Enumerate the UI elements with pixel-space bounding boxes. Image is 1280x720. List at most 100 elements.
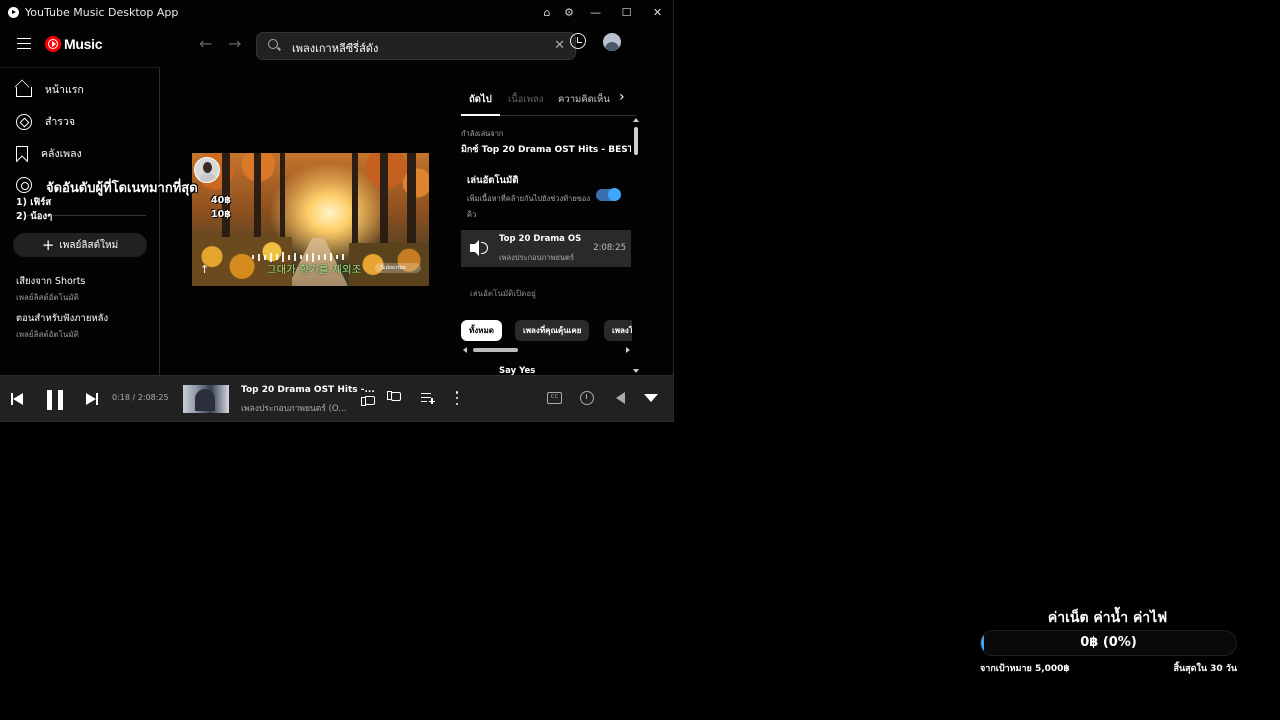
autoplay-title: เล่นอัตโนมัติ: [467, 175, 519, 186]
compass-icon: [16, 113, 32, 130]
sidebar-item-home[interactable]: หน้าแรก: [16, 81, 84, 98]
donation-rank-name: 1) เฟิร์ส: [16, 197, 52, 208]
scrollbar-thumb[interactable]: [473, 348, 518, 352]
bills-goal-title: ค่าเน็ต ค่าน้ำ ค่าไฟ: [1047, 610, 1168, 626]
sidebar-item-label: สำรวจ: [45, 116, 75, 128]
volume-icon[interactable]: [616, 392, 625, 404]
chip-all[interactable]: ทั้งหมด: [461, 320, 502, 341]
sidebar-item-label: หน้าแรก: [45, 84, 84, 96]
sidebar-item-upgrade[interactable]: [16, 177, 45, 193]
sidebar-item-explore[interactable]: สำรวจ: [16, 113, 75, 130]
playback-time: 0:18 / 2:08:25: [112, 393, 169, 402]
playing-from-label: กำลังเล่นจาก: [461, 129, 504, 138]
queue-item[interactable]: Top 20 Drama OST Hits เพลงประกอบภาพยนตร์…: [461, 230, 631, 267]
tab-up-next[interactable]: ถัดไป: [461, 92, 500, 116]
queue-item-duration: 2:08:25: [593, 243, 626, 253]
current-playlist-name[interactable]: มิกซ์ Top 20 Drama OST Hits - BEST Hits: [461, 142, 631, 156]
filter-chips: ทั้งหมด เพลงที่คุณคุ้นเคย เพลงโปรด: [461, 320, 632, 342]
upgrade-icon: [16, 177, 32, 193]
art-tree: [352, 153, 358, 249]
captions-icon[interactable]: CC: [547, 392, 562, 404]
maximize-button[interactable]: ☐: [611, 6, 642, 19]
now-playing-subtitle[interactable]: เพลงประกอบภาพยนตร์ (O...: [241, 401, 346, 415]
close-button[interactable]: ✕: [642, 6, 673, 19]
sidebar-playlist-later[interactable]: ตอนสำหรับฟังภายหลัง เพลย์ลิสต์อัตโนมัติ: [16, 311, 108, 341]
new-playlist-label: เพลย์ลิสต์ใหม่: [59, 239, 119, 251]
app-logo-icon: [8, 6, 19, 18]
pause-icon[interactable]: [47, 390, 63, 410]
autoplay-toggle[interactable]: [596, 188, 621, 201]
queue-scrollbar[interactable]: [633, 118, 639, 373]
add-to-queue-icon[interactable]: [421, 392, 435, 404]
menu-icon[interactable]: [17, 38, 31, 49]
history-icon[interactable]: [570, 33, 586, 49]
playlist-subtitle: เพลย์ลิสต์อัตโนมัติ: [16, 330, 79, 339]
like-icon[interactable]: [361, 391, 375, 406]
now-playing-thumbnail[interactable]: [183, 385, 229, 413]
minimize-button[interactable]: —: [580, 6, 611, 19]
settings-gear-icon[interactable]: ⚙: [558, 6, 580, 19]
ytmusic-window: YouTube Music Desktop App ⌂ ⚙ — ☐ ✕ Musi…: [0, 0, 674, 422]
scrollbar-thumb[interactable]: [634, 127, 638, 155]
next-track-icon[interactable]: [86, 393, 98, 405]
queue-item-subtitle: เพลงประกอบภาพยนตร์: [499, 253, 574, 262]
donation-rank-amount: 10฿: [211, 209, 231, 220]
dislike-icon[interactable]: [387, 391, 401, 405]
tab-comments[interactable]: ความคิดเห็น: [558, 92, 610, 107]
title-bar: YouTube Music Desktop App ⌂ ⚙ — ☐ ✕: [0, 0, 673, 24]
scroll-left-icon[interactable]: [463, 347, 467, 353]
scroll-up-icon[interactable]: [633, 118, 639, 122]
search-input[interactable]: เพลงเกาหลีซีรี่ส์ดัง: [292, 39, 378, 57]
more-options-icon[interactable]: [455, 391, 459, 405]
sleep-timer-icon[interactable]: [580, 391, 594, 405]
art-tree: [280, 153, 285, 248]
right-panel-tabs: ถัดไป เนื้อเพลง ความคิดเห็น ›: [461, 86, 636, 116]
chip-familiar[interactable]: เพลงที่คุณคุ้นเคย: [515, 320, 590, 341]
chevron-right-icon[interactable]: ›: [619, 89, 625, 105]
previous-track-icon[interactable]: [11, 393, 23, 405]
home-shortcut-icon[interactable]: ⌂: [536, 6, 558, 19]
clear-search-icon[interactable]: ✕: [554, 38, 565, 53]
sidebar-item-label: คลังเพลง: [41, 148, 82, 160]
bills-goal-progress-bar: 0฿ (0%): [980, 630, 1237, 656]
donation-ranking-title: จัดอันดับผู้ที่โดเนทมากที่สุด: [46, 181, 198, 196]
youtube-music-logo[interactable]: Music: [45, 36, 102, 52]
scroll-right-icon[interactable]: [626, 347, 630, 353]
art-mark-icon: ↑: [200, 263, 210, 276]
window-controls: ⌂ ⚙ — ☐ ✕: [536, 0, 673, 24]
art-tree: [380, 153, 388, 251]
new-playlist-button[interactable]: + เพลย์ลิสต์ใหม่: [13, 233, 147, 257]
autoplay-description: เพิ่มเนื้อหาที่คล้ายกันไปยังช่วงท้ายของค…: [467, 194, 591, 219]
bills-goal-ends: สิ้นสุดใน 30 วัน: [1173, 664, 1237, 674]
donation-rank-name: 2) น้องๆ: [16, 211, 53, 222]
library-icon: [16, 145, 28, 162]
sidebar-item-library[interactable]: คลังเพลง: [16, 145, 82, 162]
back-arrow-icon[interactable]: ←: [199, 34, 212, 53]
streamer-avatar: [194, 157, 220, 183]
art-tree: [407, 153, 416, 253]
playlist-title: เสียงจาก Shorts: [16, 276, 86, 287]
plus-icon: +: [41, 235, 55, 254]
logo-text: Music: [64, 36, 103, 52]
search-box[interactable]: เพลงเกาหลีซีรี่ส์ดัง ✕: [256, 32, 576, 60]
avatar[interactable]: [603, 33, 621, 51]
art-caption: 그대가 향기를 제외조: [267, 265, 362, 276]
scroll-down-icon[interactable]: [633, 369, 639, 373]
sidebar-playlist-shorts[interactable]: เสียงจาก Shorts เพลย์ลิสต์อัตโนมัติ: [16, 274, 85, 304]
playlist-subtitle: เพลย์ลิสต์อัตโนมัติ: [16, 293, 79, 302]
donation-rank-amount: 40฿: [211, 195, 231, 206]
chip-favorites[interactable]: เพลงโปรด: [604, 320, 632, 341]
playlist-title: ตอนสำหรับฟังภายหลัง: [16, 313, 109, 324]
expand-player-icon[interactable]: [644, 394, 658, 402]
bills-goal-target: จากเป้าหมาย 5,000฿: [980, 664, 1070, 674]
top-bar: Music ← → เพลงเกาหลีซีรี่ส์ดัง ✕: [0, 24, 673, 66]
now-playing-title[interactable]: Top 20 Drama OST Hits -...: [241, 385, 375, 395]
queue-item-title: Top 20 Drama OST Hits: [499, 234, 581, 244]
search-icon: [268, 39, 278, 49]
tab-lyrics[interactable]: เนื้อเพลง: [508, 92, 543, 107]
chips-scrollbar[interactable]: [463, 346, 630, 354]
autoplay-on-label: เล่นอัตโนมัติเปิดอยู่: [470, 289, 536, 298]
music-logo-icon: [45, 36, 61, 52]
window-title: YouTube Music Desktop App: [25, 5, 179, 19]
forward-arrow-icon[interactable]: →: [228, 34, 241, 53]
